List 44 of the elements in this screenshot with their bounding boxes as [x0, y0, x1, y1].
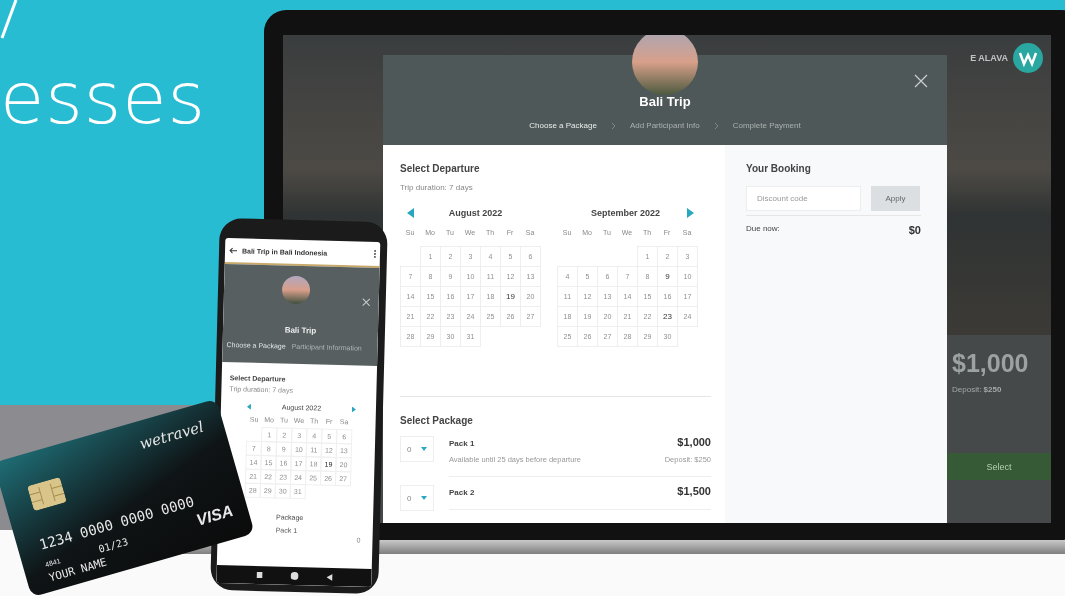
trip-duration: Trip duration: 7 days	[400, 183, 474, 192]
price: $1,000	[952, 349, 1029, 378]
due-label: Due now:	[746, 224, 780, 235]
package-name: Pack 1	[449, 439, 475, 448]
next-month-icon[interactable]	[687, 208, 694, 218]
caret-icon	[421, 447, 427, 451]
headline: esses	[0, 56, 207, 140]
month-title: September 2022	[589, 208, 661, 218]
quantity-dropdown[interactable]: 0	[400, 485, 434, 511]
month-title: August 2022	[447, 208, 504, 218]
discount-code-field[interactable]: Discount code	[746, 186, 861, 211]
slash-mark	[0, 0, 20, 40]
back-icon[interactable]	[325, 573, 333, 581]
package-name: Pack 2	[449, 488, 475, 497]
modal-title: Bali Trip	[639, 94, 691, 109]
chevron-icon	[610, 121, 616, 130]
caret-icon	[421, 496, 427, 500]
expiry-date: 01/23	[97, 535, 130, 555]
apply-button[interactable]: Apply	[871, 186, 920, 211]
section-title: Your Booking	[746, 163, 812, 174]
previous-month-icon[interactable]	[407, 208, 414, 218]
card-network: VISA	[194, 501, 236, 530]
step-tab[interactable]: Complete Payment	[732, 121, 801, 130]
step-tab[interactable]: Choose a Package	[529, 121, 597, 130]
due-amount: $0	[908, 224, 921, 236]
section-title: Select Departure	[400, 163, 481, 174]
step-tab[interactable]: Add Participant Info	[629, 121, 700, 130]
package-price: $1,500	[677, 485, 711, 497]
chevron-icon	[713, 121, 719, 130]
next-month-icon[interactable]	[351, 405, 356, 412]
section-title: Select Package	[400, 415, 474, 426]
close-icon[interactable]	[361, 297, 371, 307]
select-button[interactable]: Select	[947, 453, 1051, 480]
home-icon[interactable]	[289, 571, 299, 581]
quantity-dropdown[interactable]: 0	[400, 436, 434, 462]
logo-icon	[1013, 43, 1043, 73]
close-icon[interactable]	[914, 74, 928, 88]
brand-name: E ALAVA	[970, 53, 1008, 63]
deposit-text: Deposit: $250	[952, 385, 1002, 394]
previous-month-icon[interactable]	[246, 403, 252, 410]
more-icon[interactable]	[373, 249, 377, 258]
modal-title: Bali Trip	[284, 325, 317, 336]
back-arrow-icon[interactable]	[228, 246, 238, 254]
package-price: $1,000	[677, 436, 711, 448]
